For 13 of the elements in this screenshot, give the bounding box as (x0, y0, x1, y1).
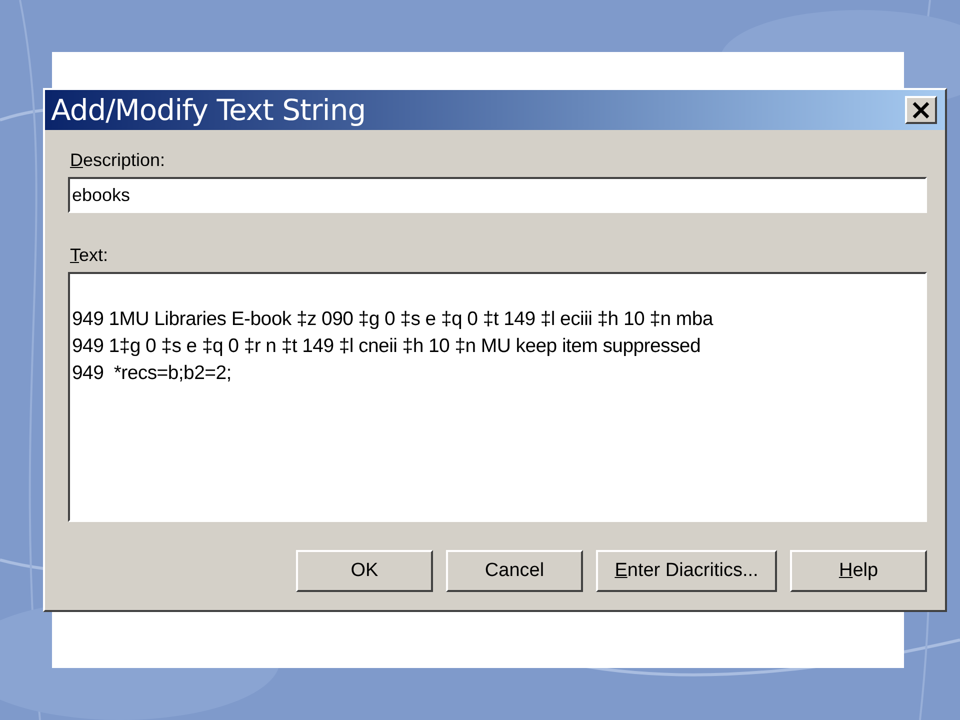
field-label: Text: (70, 245, 110, 266)
text-line: 949 1‡g 0 ‡s e ‡q 0 ‡r n ‡t 149 ‡l cneii ‡h 10 ‡n MU keep item suppressed (72, 334, 702, 359)
text-line: 949 1MU Libraries E-book ‡z 090 ‡g 0 ‡s e ‡q 0 ‡t 149 ‡l eciii ‡h 10 ‡n mba (72, 307, 714, 332)
dialog-button[interactable]: Help (790, 550, 927, 592)
close-button[interactable]: × (905, 96, 937, 124)
field-label: Description: (70, 150, 166, 171)
description-field[interactable]: ebooks (68, 177, 927, 213)
dialog-button[interactable]: Cancel (446, 550, 583, 592)
text-area[interactable]: 949 1MU Libraries E-book ‡z 090 ‡g 0 ‡s e ‡q 0 ‡t 149 ‡l eciii ‡h 10 ‡n mba 949 1‡g 0 ‡s e ‡q 0 ‡r n ‡t 149 ‡l cneii ‡h 10 ‡n MU keep item suppressed 949 *recs=b;b2=2; (68, 272, 927, 522)
dialog-button[interactable]: Enter Diacritics... (596, 550, 777, 592)
dialog-button[interactable]: OK (296, 550, 433, 592)
window-title: Add/Modify Text String (51, 93, 366, 127)
text-line: 949 *recs=b;b2=2; (72, 361, 232, 386)
